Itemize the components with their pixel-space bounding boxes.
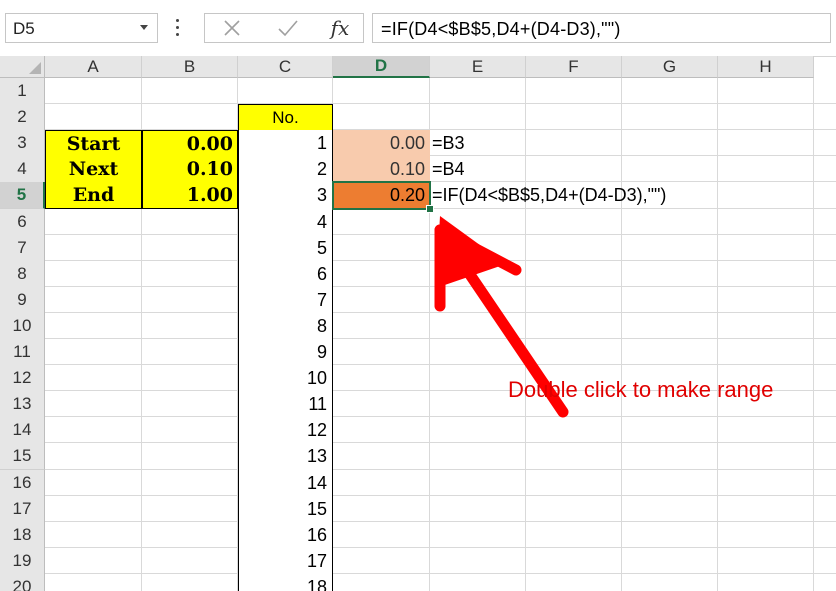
red-arrow-annotation	[434, 216, 569, 418]
annotation-text: Double click to make range	[508, 377, 774, 402]
